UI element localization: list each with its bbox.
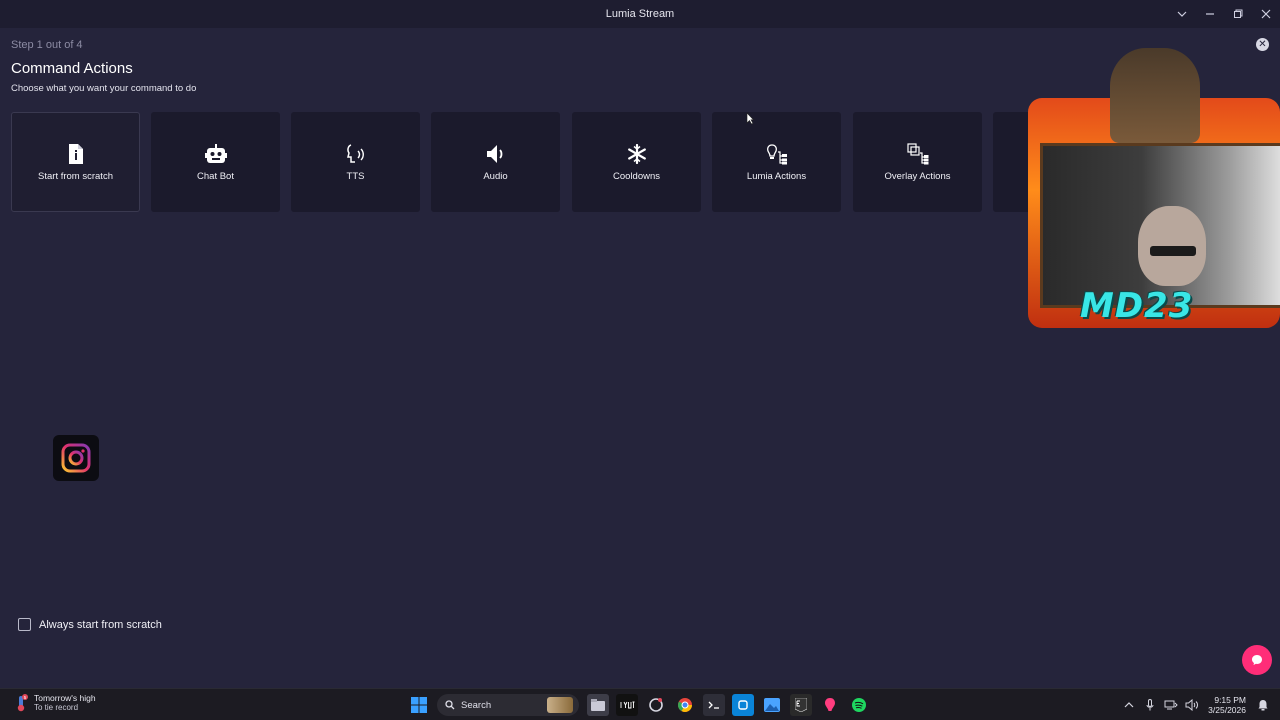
windows-start-icon[interactable]	[408, 694, 430, 716]
taskbar: 5 Tomorrow's high To tie record Search 9…	[0, 688, 1280, 720]
speaker-icon	[485, 143, 507, 165]
volume-icon[interactable]	[1183, 696, 1201, 714]
clock-date: 3/25/2026	[1208, 705, 1246, 715]
card-cooldowns[interactable]: Cooldowns	[572, 112, 701, 212]
close-window-button[interactable]	[1252, 0, 1280, 28]
window-controls	[1168, 0, 1280, 28]
iyut-app-icon[interactable]	[616, 694, 638, 716]
taskbar-apps: Search	[408, 693, 877, 717]
card-chat-bot[interactable]: Chat Bot	[151, 112, 280, 212]
card-overlay-actions[interactable]: Overlay Actions	[853, 112, 982, 212]
card-lumia-actions[interactable]: Lumia Actions	[712, 112, 841, 212]
card-label: Audio	[483, 170, 508, 182]
chevron-down-icon[interactable]	[1168, 0, 1196, 28]
spotify-icon[interactable]	[848, 694, 870, 716]
card-start-from-scratch[interactable]: Start from scratch	[11, 112, 140, 212]
snowflake-icon	[626, 143, 648, 165]
streamer-face	[1138, 206, 1206, 286]
microphone-icon[interactable]	[1141, 696, 1159, 714]
speaking-head-icon	[345, 143, 367, 165]
bulb-tree-icon	[766, 143, 788, 165]
weather-widget[interactable]: 5 Tomorrow's high To tie record	[14, 693, 96, 712]
glasses	[1150, 246, 1196, 256]
lumia-stream-icon[interactable]	[819, 694, 841, 716]
card-label: Start from scratch	[38, 170, 113, 182]
layers-tree-icon	[906, 142, 929, 165]
chevron-up-icon[interactable]	[1120, 696, 1138, 714]
terminal-icon[interactable]	[703, 694, 725, 716]
file-explorer-icon[interactable]	[587, 694, 609, 716]
webcam-feed	[1040, 143, 1280, 308]
file-info-icon	[65, 143, 87, 165]
mouse-cursor	[746, 112, 754, 125]
chat-icon	[1252, 655, 1262, 665]
network-icon[interactable]	[1162, 696, 1180, 714]
knight-helmet-image	[1110, 48, 1200, 143]
app-ring-icon[interactable]	[645, 694, 667, 716]
notification-icon[interactable]	[1254, 696, 1272, 714]
webcam-overlay: MD23	[1020, 48, 1280, 330]
always-scratch-checkbox[interactable]	[18, 618, 31, 631]
chat-button[interactable]	[1242, 645, 1272, 675]
epic-games-icon[interactable]	[790, 694, 812, 716]
card-audio[interactable]: Audio	[431, 112, 560, 212]
page-title: Command Actions	[11, 60, 133, 77]
card-label: Chat Bot	[197, 170, 234, 182]
weather-line-2: To tie record	[34, 703, 79, 712]
card-label: Lumia Actions	[746, 170, 807, 182]
thermometer-icon: 5	[17, 693, 28, 711]
chrome-icon[interactable]	[674, 694, 696, 716]
system-clock[interactable]: 9:15 PM 3/25/2026	[1208, 695, 1246, 715]
weather-line-1: Tomorrow's high	[34, 693, 96, 703]
search-icon	[445, 700, 455, 710]
clock-time: 9:15 PM	[1214, 695, 1246, 705]
card-label: Cooldowns	[613, 170, 660, 182]
app-blue-icon[interactable]	[732, 694, 754, 716]
search-label: Search	[461, 699, 492, 711]
page-subtitle: Choose what you want your command to do	[11, 83, 197, 94]
window-title: Lumia Stream	[605, 8, 675, 20]
photos-icon[interactable]	[761, 694, 783, 716]
search-highlight-image	[547, 697, 573, 713]
card-label: TTS	[346, 170, 365, 182]
action-cards: Start from scratch Chat Bot TTS Audio Co…	[11, 112, 1031, 212]
minimize-button[interactable]	[1196, 0, 1224, 28]
streamer-logo: MD23	[1080, 286, 1193, 326]
card-tts[interactable]: TTS	[291, 112, 420, 212]
always-scratch-label: Always start from scratch	[39, 618, 162, 631]
system-tray: 9:15 PM 3/25/2026	[1120, 689, 1280, 720]
restore-button[interactable]	[1224, 0, 1252, 28]
always-scratch-option[interactable]: Always start from scratch	[18, 618, 162, 631]
robot-icon	[204, 143, 227, 165]
taskbar-search[interactable]: Search	[437, 694, 579, 716]
instagram-icon	[53, 435, 99, 481]
card-label: Overlay Actions	[884, 170, 951, 182]
logo-text: MD23	[1080, 286, 1194, 326]
step-indicator: Step 1 out of 4	[11, 39, 83, 51]
title-bar: Lumia Stream	[0, 0, 1280, 28]
